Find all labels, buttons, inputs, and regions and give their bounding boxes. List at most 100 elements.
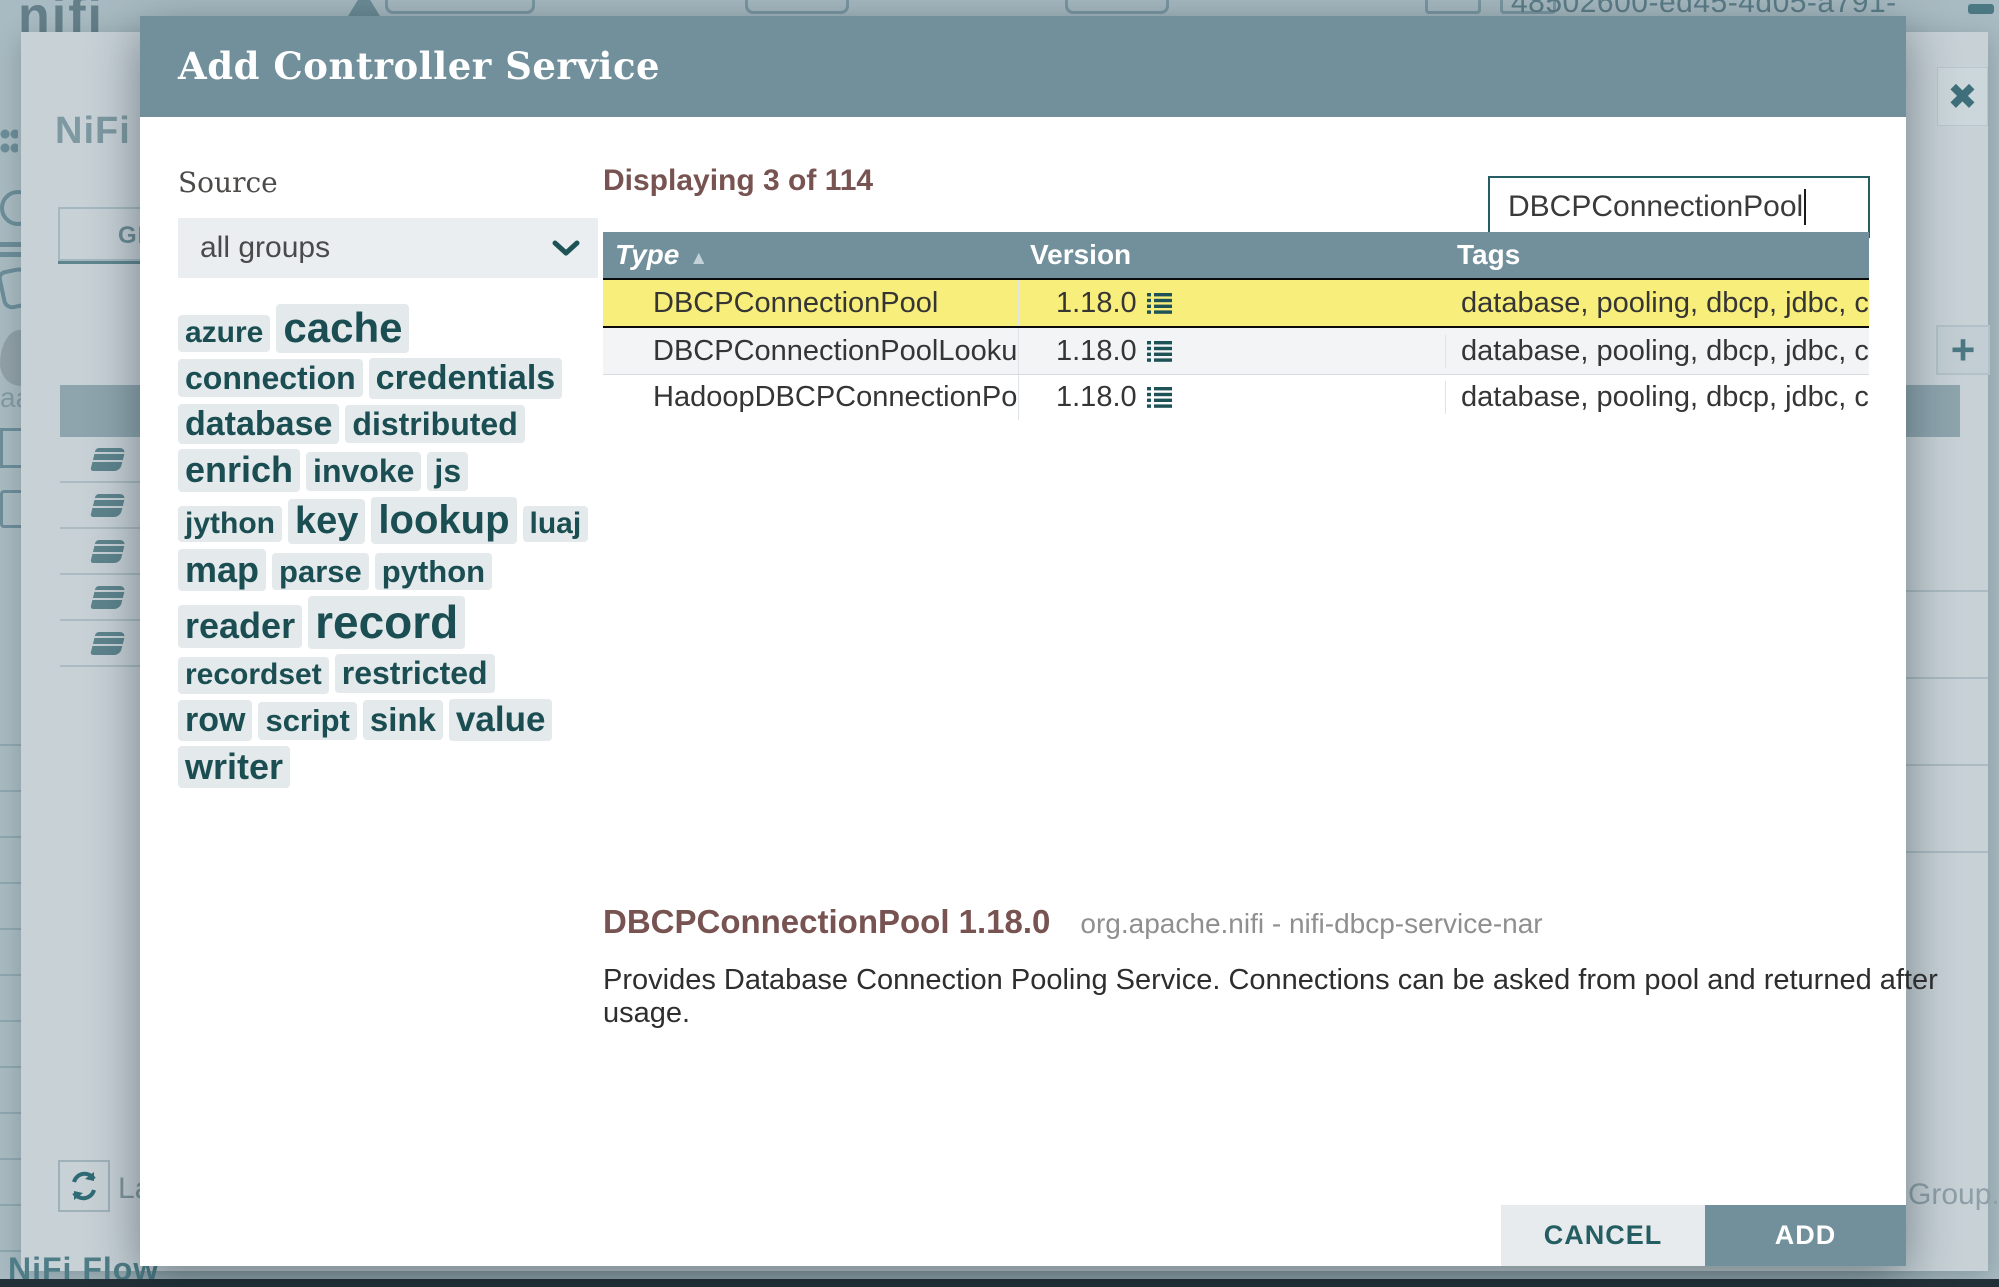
add-controller-service-dialog: Add Controller Service Source all groups… — [140, 16, 1938, 1266]
service-tags-cell: database, pooling, dbcp, jdbc, connec… — [1445, 286, 1869, 320]
tag-pill[interactable]: credentials — [368, 357, 563, 399]
output-port-icon — [1065, 0, 1169, 14]
service-type-cell: HadoopDBCPConnectionPool — [653, 381, 1018, 413]
selected-service-bundle: org.apache.nifi - nifi-dbcp-service-nar — [1080, 908, 1543, 939]
tag-pill[interactable]: reader — [178, 605, 303, 649]
tag-row: recordset restricted — [178, 654, 608, 697]
table-row[interactable]: DBCPConnectionPoolLookup 1.18.0 database… — [603, 328, 1869, 374]
tag-pill[interactable]: recordset — [178, 657, 329, 694]
row-separators — [1906, 505, 1988, 853]
book-icon — [90, 586, 126, 609]
tag-cloud: azure cache connection credentials database d… — [178, 304, 608, 793]
tag-pill[interactable]: azure — [178, 315, 271, 352]
tag-pill[interactable]: parse — [272, 552, 369, 591]
dialog-title: Add Controller Service — [178, 44, 661, 88]
service-version-cell: 1.18.0 — [1018, 328, 1445, 374]
tag-row: reader record — [178, 596, 608, 652]
tag-pill[interactable]: database — [178, 403, 340, 445]
chevron-down-icon — [552, 240, 580, 256]
book-icon — [90, 494, 126, 517]
template-icon — [348, 0, 380, 16]
service-tags-cell: database, pooling, dbcp, jdbc, connec… — [1445, 334, 1869, 368]
tag-row: writer — [178, 745, 608, 792]
tag-row: row script sink value — [178, 698, 608, 744]
source-group-value: all groups — [200, 231, 331, 264]
results-summary: Displaying 3 of 114 — [603, 164, 874, 197]
tag-pill[interactable]: row — [178, 699, 253, 741]
row-separator — [1906, 766, 1988, 853]
table-header-row: Type ▲ Version Tags — [603, 232, 1869, 278]
tag-pill[interactable]: enrich — [178, 449, 301, 492]
tag-pill[interactable]: record — [308, 596, 466, 650]
row-separator — [1906, 592, 1988, 679]
add-button[interactable]: ADD — [1705, 1205, 1906, 1266]
canvas-grid — [0, 700, 21, 1271]
row-separator — [1906, 679, 1988, 766]
row-separator — [1906, 505, 1988, 592]
tag-row: enrich invoke js — [178, 449, 608, 495]
tag-pill[interactable]: key — [288, 498, 366, 544]
column-header-tags[interactable]: Tags — [1445, 239, 1869, 271]
book-icon — [90, 448, 126, 471]
group-label: Group. — [1908, 1178, 1999, 1211]
sort-asc-icon: ▲ — [689, 248, 709, 269]
service-version-cell: 1.18.0 — [1018, 280, 1445, 326]
list-icon[interactable] — [1146, 292, 1172, 314]
minus-icon — [1968, 4, 1994, 14]
tag-row: connection credentials — [178, 357, 608, 402]
service-types-table: Type ▲ Version Tags DBCPConnectionPool 1.… — [603, 232, 1869, 420]
tag-pill[interactable]: sink — [362, 699, 443, 740]
tag-pill[interactable]: script — [258, 701, 357, 740]
column-header-type[interactable]: Type ▲ — [603, 239, 1018, 271]
version-value: 1.18.0 — [1056, 286, 1137, 319]
filter-types-input[interactable]: DBCPConnectionPool — [1488, 176, 1870, 238]
version-value: 1.18.0 — [1056, 381, 1137, 413]
list-icon[interactable] — [1146, 387, 1172, 408]
tag-pill[interactable]: cache — [276, 304, 410, 353]
tag-pill[interactable]: connection — [178, 358, 363, 398]
tag-pill[interactable]: lookup — [371, 496, 517, 544]
cancel-button[interactable]: CANCEL — [1501, 1205, 1705, 1266]
tag-pill[interactable]: map — [178, 548, 267, 592]
list-icon[interactable] — [1146, 340, 1172, 362]
source-group-select[interactable]: all groups — [178, 218, 598, 278]
tag-row: database distributed — [178, 403, 608, 448]
input-port-icon — [745, 0, 849, 14]
refresh-icon — [58, 1160, 110, 1212]
tag-pill[interactable]: restricted — [334, 654, 495, 693]
service-type-cell: DBCPConnectionPoolLookup — [653, 334, 1018, 367]
close-icon: ✖ — [1937, 67, 1988, 126]
tag-pill[interactable]: invoke — [306, 452, 422, 491]
tag-row: map parse python — [178, 548, 608, 595]
service-type-cell: DBCPConnectionPool — [653, 286, 939, 319]
column-header-type-label: Type — [615, 239, 680, 270]
dots-icon — [0, 128, 18, 162]
processor-icon — [385, 0, 535, 14]
dialog-header: Add Controller Service — [140, 16, 1906, 117]
book-icon — [90, 540, 126, 563]
tag-pill[interactable]: python — [374, 552, 493, 591]
tag-pill[interactable]: value — [448, 698, 553, 741]
version-value: 1.18.0 — [1056, 334, 1137, 367]
column-header-version[interactable]: Version — [1018, 239, 1445, 271]
add-service-icon: + — [1936, 325, 1990, 375]
tag-row: azure cache — [178, 304, 608, 356]
tag-pill[interactable]: distributed — [345, 404, 525, 444]
filter-types-value: DBCPConnectionPool — [1508, 190, 1804, 223]
selected-service-description: Provides Database Connection Pooling Ser… — [603, 964, 1938, 1029]
book-icon — [90, 632, 126, 655]
source-label: Source — [178, 166, 278, 199]
refresh-arrows-icon — [72, 1171, 96, 1201]
table-row[interactable]: HadoopDBCPConnectionPool 1.18.0 database… — [603, 374, 1869, 420]
service-version-cell: 1.18.0 — [1018, 375, 1445, 420]
tag-pill[interactable]: writer — [178, 745, 291, 789]
bottom-bar — [0, 1279, 1999, 1287]
process-group-icon — [1425, 0, 1481, 14]
tag-pill[interactable]: luaj — [522, 505, 589, 543]
text-caret — [1804, 189, 1807, 225]
table-row-selected[interactable]: DBCPConnectionPool 1.18.0 database, pool… — [603, 278, 1869, 328]
service-tags-cell: database, pooling, dbcp, jdbc, connec… — [1445, 381, 1869, 414]
tag-pill[interactable]: jython — [178, 505, 282, 543]
tag-row: jython key lookup luaj — [178, 496, 608, 547]
tag-pill[interactable]: js — [427, 452, 469, 491]
